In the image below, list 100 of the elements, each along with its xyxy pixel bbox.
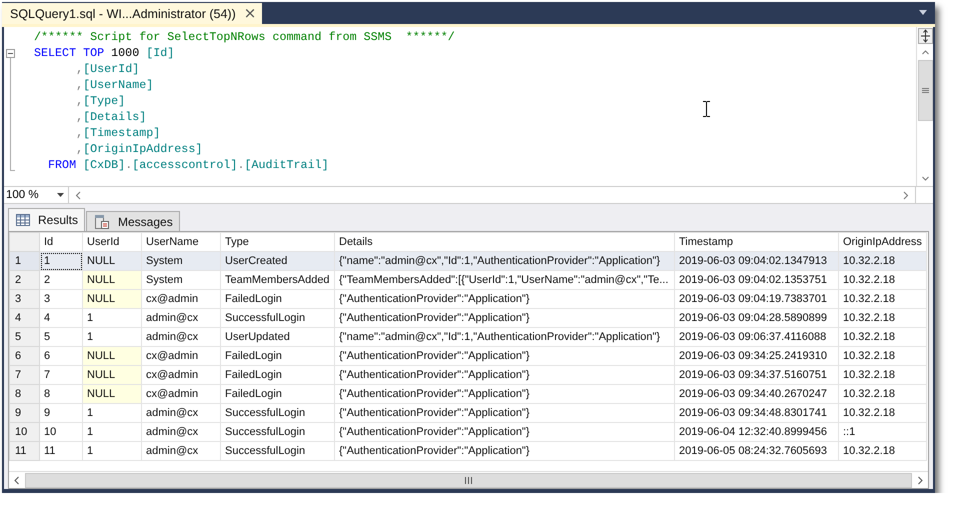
- table-cell: 1: [82, 404, 142, 422]
- column-header[interactable]: Timestamp: [674, 232, 838, 252]
- table-cell: NULL: [82, 346, 142, 366]
- column-header[interactable]: Details: [334, 232, 674, 252]
- code-line: ,[OriginIpAddress]: [75, 141, 202, 157]
- table-cell: SuccessfulLogin: [220, 442, 334, 460]
- document-tab[interactable]: SQLQuery1.sql - WI...Administrator (54)) ×: [2, 3, 262, 24]
- table-cell: SuccessfulLogin: [220, 404, 334, 422]
- table-cell: admin@cx: [142, 308, 220, 328]
- column-header[interactable]: UserId: [82, 232, 142, 252]
- row-number[interactable]: 7: [10, 366, 40, 384]
- table-cell: {"AuthenticationProvider":"Application"}: [334, 384, 674, 404]
- table-cell: SuccessfulLogin: [220, 308, 334, 328]
- code-line: ,[Timestamp]: [75, 125, 160, 141]
- table-cell: {"TeamMembersAdded":[{"UserId":1,"UserName":"admin@cx","Te...: [334, 270, 674, 290]
- code-line: ,[Type]: [75, 93, 126, 109]
- grid-icon: [16, 214, 30, 226]
- table-cell: System: [142, 252, 220, 270]
- scrollbar-thumb[interactable]: [25, 472, 912, 488]
- results-grid[interactable]: [9, 232, 927, 461]
- table-cell: cx@admin: [142, 366, 220, 384]
- table-cell: cx@admin: [142, 290, 220, 308]
- grip-icon: [922, 88, 928, 94]
- results-tab[interactable]: Results: [8, 208, 86, 231]
- table-cell: 2019-06-03 09:04:19.7383701: [674, 290, 838, 308]
- table-cell: 2019-06-03 09:06:37.4116088: [674, 328, 838, 346]
- table-cell: 10.32.2.18: [838, 384, 926, 404]
- row-number[interactable]: 6: [10, 346, 40, 366]
- table-cell: admin@cx: [142, 442, 220, 460]
- row-number[interactable]: 2: [10, 270, 40, 290]
- column-header[interactable]: OriginIpAddress: [838, 232, 926, 252]
- table-cell: 10.32.2.18: [838, 366, 926, 384]
- table-cell: FailedLogin: [220, 366, 334, 384]
- table-cell: 10.32.2.18: [838, 328, 926, 346]
- table-cell: 10.32.2.18: [838, 442, 926, 460]
- table-cell: 2019-06-03 09:34:37.5160751: [674, 366, 838, 384]
- row-number[interactable]: 8: [10, 384, 40, 404]
- row-number[interactable]: 5: [10, 328, 40, 346]
- scroll-right-icon[interactable]: [903, 190, 909, 200]
- close-button[interactable]: ×: [244, 6, 256, 21]
- code-line: FROM [CxDB].[accesscontrol].[AuditTrail]: [47, 157, 329, 173]
- table-cell: 1: [82, 308, 142, 328]
- table-cell: 2019-06-03 09:34:25.2419310: [674, 346, 838, 366]
- table-cell: {"AuthenticationProvider":"Application"}: [334, 366, 674, 384]
- table-cell: {"name":"admin@cx","Id":1,"AuthenticationProvider":"Application"}: [334, 252, 674, 270]
- row-number[interactable]: 4: [10, 308, 40, 328]
- table-cell: FailedLogin: [220, 384, 334, 404]
- table-cell: 10: [40, 422, 82, 442]
- code-line: ,[UserId]: [75, 61, 140, 77]
- collapse-outline-icon[interactable]: [6, 49, 16, 171]
- grip-icon: [465, 476, 472, 484]
- results-tab[interactable]: Messages: [86, 211, 180, 231]
- table-cell: cx@admin: [142, 384, 220, 404]
- table-cell: ::1: [838, 422, 926, 442]
- table-cell: admin@cx: [142, 404, 220, 422]
- code-line: /****** Script for SelectTopNRows command from SSMS ******/: [34, 29, 455, 45]
- table-cell: NULL: [82, 366, 142, 384]
- table-cell: cx@admin: [142, 346, 220, 366]
- table-cell: {"AuthenticationProvider":"Application"}: [334, 442, 674, 460]
- table-cell: NULL: [82, 252, 142, 270]
- row-number[interactable]: 1: [10, 252, 40, 270]
- code-line: ,[Details]: [75, 109, 146, 125]
- table-cell: 2019-06-04 12:32:40.8999456: [674, 422, 838, 442]
- table-cell: admin@cx: [142, 422, 220, 442]
- dropdown-icon[interactable]: [919, 10, 927, 15]
- row-number[interactable]: 10: [10, 422, 40, 442]
- table-cell: FailedLogin: [220, 290, 334, 308]
- messages-icon: [94, 214, 110, 230]
- table-cell: {"AuthenticationProvider":"Application"}: [334, 290, 674, 308]
- table-cell: System: [142, 270, 220, 290]
- row-number[interactable]: 11: [10, 442, 40, 460]
- table-cell: NULL: [82, 290, 142, 308]
- table-cell: 2019-06-03 09:04:02.1347913: [674, 252, 838, 270]
- table-cell: 10.32.2.18: [838, 290, 926, 308]
- column-header[interactable]: Type: [220, 232, 334, 252]
- table-cell: 10.32.2.18: [838, 270, 926, 290]
- table-cell: {"AuthenticationProvider":"Application"}: [334, 346, 674, 366]
- text-cursor-icon: [703, 101, 710, 117]
- zoom-dropdown[interactable]: 100 %: [4, 187, 69, 203]
- table-cell: 4: [40, 308, 82, 328]
- scrollbar-thumb[interactable]: [918, 60, 932, 121]
- table-cell: NULL: [82, 270, 142, 290]
- table-cell: 10.32.2.18: [838, 404, 926, 422]
- scroll-left-icon[interactable]: [75, 190, 81, 200]
- split-handle-icon[interactable]: [918, 28, 932, 44]
- table-cell: 2019-06-03 09:04:02.1353751: [674, 270, 838, 290]
- table-cell: admin@cx: [142, 328, 220, 346]
- table-cell: 5: [40, 328, 82, 346]
- column-header[interactable]: UserName: [142, 232, 220, 252]
- table-cell: 1: [82, 422, 142, 442]
- table-cell: 9: [40, 404, 82, 422]
- table-cell: NULL: [82, 384, 142, 404]
- table-cell: 2019-06-05 08:24:32.7605693: [674, 442, 838, 460]
- row-number[interactable]: 9: [10, 404, 40, 422]
- table-cell: 10.32.2.18: [838, 252, 926, 270]
- column-header[interactable]: Id: [40, 232, 82, 252]
- row-number[interactable]: 3: [10, 290, 40, 308]
- table-cell: TeamMembersAdded: [220, 270, 334, 290]
- table-cell: 2019-06-03 09:04:28.5890899: [674, 308, 838, 328]
- table-cell: 2019-06-03 09:34:40.2670247: [674, 384, 838, 404]
